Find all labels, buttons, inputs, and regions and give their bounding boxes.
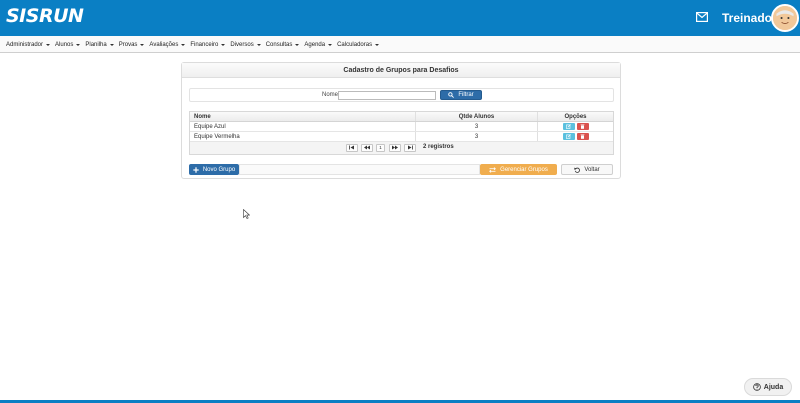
- caret-down-icon: [140, 43, 145, 46]
- help-button[interactable]: Ajuda: [744, 378, 792, 396]
- caret-down-icon: [221, 43, 226, 46]
- menu-item-administrador[interactable]: Administrador: [6, 42, 51, 48]
- pagination: 1 2 registros: [190, 142, 613, 154]
- caret-down-icon: [295, 43, 300, 46]
- delete-button[interactable]: [576, 123, 589, 130]
- caret-down-icon: [375, 43, 380, 46]
- mouse-cursor-icon: [243, 209, 250, 219]
- groups-panel: Cadastro de Grupos para Desafios Nome Fi…: [181, 62, 621, 179]
- avatar-icon[interactable]: [771, 4, 799, 32]
- menu-item-alunos[interactable]: Alunos: [55, 42, 81, 48]
- back-button[interactable]: Voltar: [561, 164, 613, 175]
- sisrun-logo[interactable]: SISRUN: [6, 5, 84, 27]
- next-page-button[interactable]: [389, 144, 401, 152]
- first-page-button[interactable]: [346, 144, 358, 152]
- group-name: Equipe Vermelha: [190, 132, 416, 141]
- row-options: [538, 132, 613, 141]
- face-icon: [773, 6, 797, 30]
- next-page-icon: [392, 145, 398, 150]
- edit-icon: [566, 124, 571, 129]
- menu-item-calculadoras[interactable]: Calculadoras: [337, 42, 380, 48]
- group-count: 3: [416, 122, 538, 131]
- menu-item-consultas[interactable]: Consultas: [266, 42, 300, 48]
- delete-button[interactable]: [576, 133, 589, 140]
- col-count-header[interactable]: Qtde Alunos: [416, 112, 538, 121]
- caret-down-icon: [76, 43, 81, 46]
- action-bar-spacer: [239, 164, 480, 175]
- action-bar: Novo Grupo Gerenciar Grupos Voltar: [189, 164, 614, 176]
- col-name-header[interactable]: Nome: [190, 112, 416, 121]
- menu-item-provas[interactable]: Provas: [119, 42, 145, 48]
- caret-down-icon: [109, 43, 114, 46]
- trash-icon: [580, 134, 585, 139]
- first-page-icon: [349, 145, 354, 150]
- edit-button[interactable]: [562, 133, 575, 140]
- last-page-icon: [408, 145, 413, 150]
- user-name[interactable]: Treinador: [722, 11, 777, 25]
- caret-down-icon: [256, 43, 261, 46]
- trash-icon: [580, 124, 585, 129]
- group-count: 3: [416, 132, 538, 141]
- menu-item-financeiro[interactable]: Financeiro: [190, 42, 226, 48]
- groups-table: Nome Qtde Alunos Opções Equipe Azul 3 Eq…: [189, 111, 614, 155]
- record-count: 2 registros: [423, 144, 454, 150]
- name-filter-input[interactable]: [338, 91, 436, 100]
- menu-item-planilha[interactable]: Planilha: [85, 42, 114, 48]
- table-header: Nome Qtde Alunos Opções: [190, 112, 613, 122]
- prev-page-button[interactable]: [361, 144, 373, 152]
- undo-icon: [574, 167, 581, 173]
- filter-button[interactable]: Filtrar: [440, 90, 482, 100]
- edit-button[interactable]: [562, 123, 575, 130]
- last-page-button[interactable]: [404, 144, 416, 152]
- mail-icon[interactable]: [696, 12, 708, 22]
- menu-item-agenda[interactable]: Agenda: [304, 42, 333, 48]
- help-icon: [752, 383, 761, 391]
- plus-icon: [193, 166, 199, 173]
- edit-icon: [566, 134, 571, 139]
- caret-down-icon: [46, 43, 51, 46]
- group-name: Equipe Azul: [190, 122, 416, 131]
- top-bar: SISRUN Treinador: [0, 0, 800, 36]
- filter-box: Nome Filtrar: [189, 88, 614, 102]
- swap-icon: [489, 166, 497, 173]
- col-options-header: Opções: [564, 113, 587, 120]
- panel-title: Cadastro de Grupos para Desafios: [182, 63, 620, 78]
- search-icon: [448, 92, 455, 98]
- row-options: [538, 122, 613, 131]
- manage-groups-button[interactable]: Gerenciar Grupos: [480, 164, 557, 175]
- menu-item-diversos[interactable]: Diversos: [230, 42, 261, 48]
- table-row[interactable]: Equipe Vermelha 3: [190, 132, 613, 142]
- name-filter-label: Nome: [322, 92, 339, 98]
- caret-down-icon: [181, 43, 186, 46]
- prev-page-icon: [364, 145, 370, 150]
- caret-down-icon: [328, 43, 333, 46]
- page-1-button[interactable]: 1: [376, 144, 385, 152]
- table-row[interactable]: Equipe Azul 3: [190, 122, 613, 132]
- new-group-button[interactable]: Novo Grupo: [189, 164, 239, 175]
- menu-item-avaliacoes[interactable]: Avaliações: [149, 42, 186, 48]
- main-menu: Administrador Alunos Planilha Provas Ava…: [0, 36, 800, 53]
